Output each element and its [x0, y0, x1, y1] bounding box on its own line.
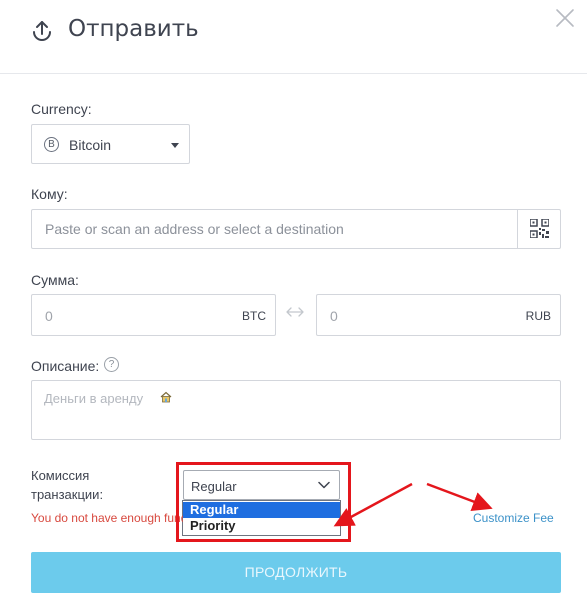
dialog-title: Отправить: [68, 16, 199, 42]
scan-qr-button[interactable]: [517, 210, 561, 248]
fee-label: Комиссия транзакции:: [31, 468, 104, 502]
fiat-amount-value: 0: [330, 308, 338, 324]
fiat-unit: RUB: [525, 309, 551, 323]
upload-icon: [33, 21, 51, 41]
crypto-amount-value: 0: [45, 308, 53, 324]
crypto-amount-input[interactable]: 0 BTC: [31, 294, 276, 336]
continue-button[interactable]: ПРОДОЛЖИТЬ: [31, 552, 561, 593]
close-icon[interactable]: [554, 7, 576, 29]
customize-fee-link[interactable]: Customize Fee: [473, 511, 554, 525]
insufficient-funds-error: You do not have enough funds: [31, 511, 183, 525]
qr-code-icon: [530, 219, 549, 238]
address-input[interactable]: [33, 211, 517, 247]
annotation-arrow-to-customize: [426, 482, 493, 512]
annotation-highlight-box: [176, 462, 351, 542]
currency-select[interactable]: B Bitcoin: [31, 124, 190, 164]
help-icon[interactable]: ?: [104, 357, 119, 372]
recipient-field: [31, 209, 561, 249]
currency-value: Bitcoin: [69, 137, 112, 153]
dialog-header: Отправить: [0, 0, 587, 74]
house-emoji-icon: [160, 391, 172, 403]
description-textarea[interactable]: Деньги в аренду: [31, 380, 561, 440]
currency-label: Currency:: [31, 101, 92, 117]
recipient-label: Кому:: [31, 186, 68, 202]
crypto-unit: BTC: [242, 309, 266, 323]
fiat-amount-input[interactable]: 0 RUB: [316, 294, 561, 336]
amount-label: Сумма:: [31, 272, 79, 288]
swap-arrows-icon[interactable]: [285, 305, 305, 319]
bitcoin-icon: B: [44, 137, 59, 152]
caret-down-icon: [171, 143, 179, 148]
description-placeholder: Деньги в аренду: [44, 391, 144, 406]
description-label: Описание:: [31, 358, 100, 374]
